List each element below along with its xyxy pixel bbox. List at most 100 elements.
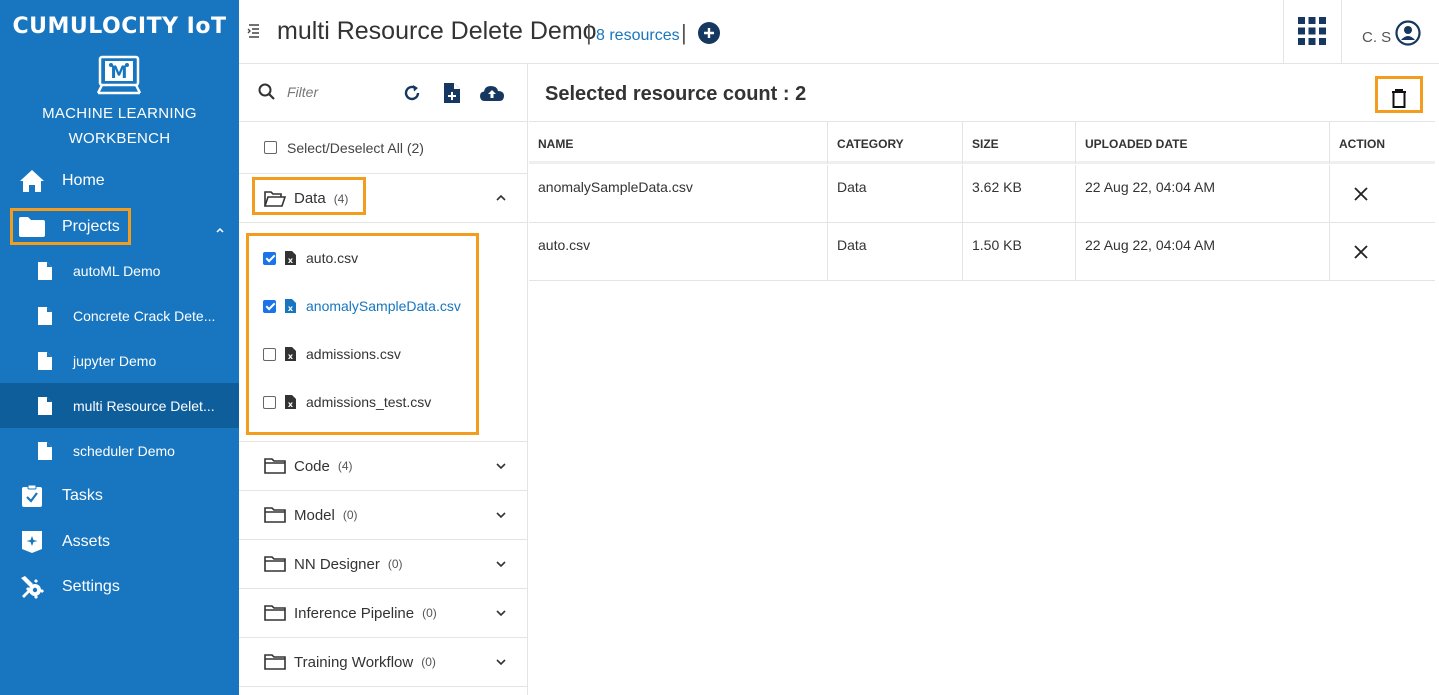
nav-assets[interactable]: Assets <box>0 522 239 562</box>
folder-icon <box>264 507 286 523</box>
folder-code[interactable]: Code (4) <box>239 442 528 491</box>
sidebar: CUMULOCITY IoT M MACHINE LEARNING WORKBE… <box>0 0 239 695</box>
file-checkbox[interactable] <box>263 251 276 265</box>
add-circle-icon[interactable] <box>698 22 720 44</box>
settings-tools-icon <box>18 574 46 600</box>
chevron-up-icon[interactable] <box>215 221 227 233</box>
file-icon <box>37 396 57 416</box>
user-avatar-icon[interactable] <box>1395 20 1421 46</box>
col-header-size: SIZE <box>963 122 1076 164</box>
col-header-uploaded-date: UPLOADED DATE <box>1076 122 1330 164</box>
app-switcher-grid-icon[interactable] <box>1298 17 1326 45</box>
cell-name: anomalySampleData.csv <box>529 165 828 222</box>
file-name: auto.csv <box>306 250 359 266</box>
resource-tree-panel: Select/Deselect All (2) Data (4) x auto.… <box>239 64 528 695</box>
title-separator: | <box>681 20 687 45</box>
app-name-line1: MACHINE LEARNING <box>42 105 197 122</box>
file-row-anomaly[interactable]: x anomalySampleData.csv <box>263 282 483 330</box>
chevron-down-icon[interactable] <box>494 508 508 522</box>
folder-icon <box>264 458 286 474</box>
refresh-icon[interactable] <box>399 80 425 106</box>
project-item-label: Concrete Crack Dete... <box>73 307 216 324</box>
cell-category: Data <box>828 223 963 280</box>
cell-action <box>1330 165 1435 222</box>
project-item-concrete[interactable]: Concrete Crack Dete... <box>0 293 239 338</box>
folder-label: Training Workflow <box>294 653 414 671</box>
folder-label: NN Designer <box>294 555 380 573</box>
project-item-label: autoML Demo <box>73 262 161 279</box>
cell-category: Data <box>828 165 963 222</box>
filter-input[interactable] <box>287 81 387 103</box>
collapse-menu-icon[interactable] <box>247 22 265 40</box>
folder-icon <box>264 556 286 572</box>
close-icon[interactable] <box>1354 187 1368 201</box>
file-row-admissions[interactable]: x admissions.csv <box>263 330 483 378</box>
file-checkbox[interactable] <box>263 347 276 361</box>
folder-count: (4) <box>337 459 353 473</box>
assets-icon <box>18 529 46 555</box>
excel-file-icon: x <box>285 347 296 361</box>
chevron-up-icon[interactable] <box>494 191 508 205</box>
file-icon <box>37 351 57 371</box>
project-item-multi-resource[interactable]: multi Resource Delet... <box>0 383 239 428</box>
folder-label: Model <box>294 506 335 524</box>
nav-home[interactable]: Home <box>0 161 239 201</box>
col-header-name: NAME <box>529 122 828 164</box>
chevron-down-icon[interactable] <box>494 557 508 571</box>
col-header-category: CATEGORY <box>828 122 963 164</box>
chevron-down-icon[interactable] <box>494 459 508 473</box>
svg-text:x: x <box>288 256 294 265</box>
project-item-label: scheduler Demo <box>73 442 175 459</box>
nav-home-label: Home <box>62 172 105 189</box>
cell-size: 1.50 KB <box>963 223 1076 280</box>
chevron-down-icon[interactable] <box>494 655 508 669</box>
nav-tasks[interactable]: Tasks <box>0 476 239 516</box>
select-all-label: Select/Deselect All (2) <box>287 139 424 156</box>
file-icon <box>37 441 57 461</box>
file-name: anomalySampleData.csv <box>306 298 461 314</box>
project-item-automl[interactable]: autoML Demo <box>0 248 239 293</box>
resource-count: 8 resources <box>596 27 680 44</box>
file-row-admissions-test[interactable]: x admissions_test.csv <box>263 378 483 426</box>
folder-model[interactable]: Model (0) <box>239 491 528 540</box>
selected-count-title: Selected resource count : 2 <box>545 83 807 105</box>
select-all-checkbox[interactable] <box>264 141 277 154</box>
page-title: multi Resource Delete Demo <box>277 17 597 45</box>
excel-file-icon: x <box>285 395 296 409</box>
chevron-down-icon[interactable] <box>494 606 508 620</box>
folder-nn-designer[interactable]: NN Designer (0) <box>239 540 528 589</box>
table-row: anomalySampleData.csv Data 3.62 KB 22 Au… <box>529 165 1435 223</box>
svg-text:x: x <box>288 352 294 361</box>
svg-text:x: x <box>288 400 294 409</box>
file-row-auto[interactable]: x auto.csv <box>263 234 483 282</box>
col-header-action: ACTION <box>1339 137 1385 151</box>
cell-size: 3.62 KB <box>963 165 1076 222</box>
select-all-row[interactable]: Select/Deselect All (2) <box>239 122 528 174</box>
nav-settings[interactable]: Settings <box>0 567 239 607</box>
project-item-scheduler[interactable]: scheduler Demo <box>0 428 239 473</box>
brand-logo-text: CUMULOCITY IoT <box>12 14 227 39</box>
data-folder-highlight-box <box>252 177 366 215</box>
folder-training-workflow[interactable]: Training Workflow (0) <box>239 638 528 687</box>
divider <box>239 222 528 223</box>
project-item-jupyter[interactable]: jupyter Demo <box>0 338 239 383</box>
folder-label: Code <box>294 457 330 475</box>
clipboard-check-icon <box>18 483 46 509</box>
svg-text:x: x <box>288 304 294 313</box>
folder-inference-pipeline[interactable]: Inference Pipeline (0) <box>239 589 528 638</box>
header-divider <box>1283 0 1284 63</box>
cloud-upload-icon[interactable] <box>479 80 505 106</box>
cell-uploaded-date: 22 Aug 22, 04:04 AM <box>1076 165 1330 222</box>
file-checkbox[interactable] <box>263 299 276 313</box>
trash-icon[interactable] <box>1390 88 1408 108</box>
table-row: auto.csv Data 1.50 KB 22 Aug 22, 04:04 A… <box>529 223 1435 281</box>
file-icon <box>37 306 57 326</box>
table-header-row: NAME CATEGORY SIZE UPLOADED DATE ACTION <box>529 122 1435 164</box>
file-name: admissions.csv <box>306 346 401 362</box>
user-initials[interactable]: C. S <box>1362 29 1391 46</box>
file-checkbox[interactable] <box>263 395 276 409</box>
search-icon <box>258 83 275 100</box>
selected-resources-panel: Selected resource count : 2 NAME CATEGOR… <box>529 64 1439 695</box>
new-file-icon[interactable] <box>439 80 465 106</box>
close-icon[interactable] <box>1354 245 1368 259</box>
